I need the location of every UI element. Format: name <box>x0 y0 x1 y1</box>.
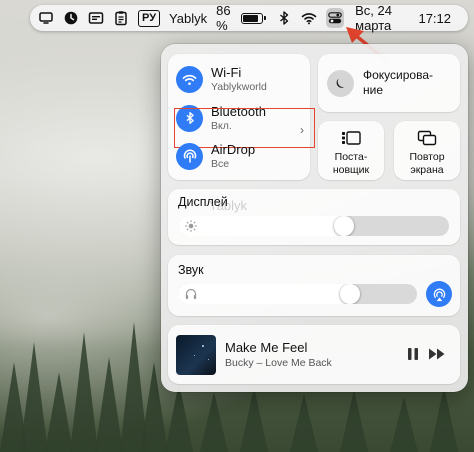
watermark-text: Yablyk <box>209 198 248 213</box>
clipboard-icon[interactable] <box>113 8 129 28</box>
wifi-icon[interactable] <box>301 8 317 28</box>
username-label[interactable]: Yablyk <box>169 8 207 28</box>
headphones-icon <box>185 288 197 299</box>
airdrop-item[interactable]: AirDrop Все <box>176 138 307 174</box>
wallpaper-tree <box>240 387 268 452</box>
chevron-right-icon[interactable]: › <box>300 123 304 137</box>
wallpaper-tree <box>290 394 318 452</box>
airdrop-title: AirDrop <box>211 141 256 157</box>
menu-bar: РУ Yablyk 86 % Вс, 24 марта 17:12 <box>30 3 468 33</box>
screen-mirroring-tile[interactable]: Повтор экрана <box>394 121 460 180</box>
control-center-panel: Wi-Fi Yablykworld Bluetooth Вкл. › AirDr… <box>161 44 468 392</box>
focus-label-line1: Фокусирова- <box>363 68 434 82</box>
screen-mirroring-label-line1: Повтор <box>409 151 445 163</box>
album-artwork[interactable] <box>176 335 216 375</box>
sound-tile: Звук <box>168 255 460 316</box>
wallpaper-tree <box>45 372 73 452</box>
album-art-star <box>208 359 209 360</box>
focus-label-line2: ние <box>363 83 384 97</box>
wallpaper-tree <box>95 357 123 452</box>
track-title: Make Me Feel <box>225 340 308 355</box>
wifi-item[interactable]: Wi-Fi Yablykworld <box>176 61 307 97</box>
wifi-toggle[interactable] <box>176 65 203 93</box>
wallpaper-tree <box>430 386 458 452</box>
next-track-button[interactable] <box>428 347 446 366</box>
volume-slider-fill <box>178 284 360 304</box>
time-label[interactable]: 17:12 <box>418 8 451 28</box>
wallpaper-tree <box>165 382 193 452</box>
screen-mirroring-icon <box>417 130 437 146</box>
volume-slider-knob[interactable] <box>340 284 360 304</box>
menu-extras-icon[interactable] <box>88 8 104 28</box>
wallpaper-tree <box>390 397 418 452</box>
stage-manager-label-line2: новщик <box>332 164 370 176</box>
display-slider-fill <box>178 216 354 236</box>
album-art-star <box>194 355 195 356</box>
airdrop-toggle[interactable] <box>176 142 203 170</box>
sun-icon <box>185 220 197 232</box>
sound-label: Звук <box>178 263 204 277</box>
wifi-title: Wi-Fi <box>211 64 242 80</box>
bluetooth-icon[interactable] <box>276 8 292 28</box>
connectivity-tile: Wi-Fi Yablykworld Bluetooth Вкл. › AirDr… <box>168 54 315 180</box>
battery-percent[interactable]: 86 % <box>216 3 236 33</box>
focus-tile[interactable]: Фокусирова- ние <box>318 54 460 112</box>
pause-button[interactable] <box>407 347 419 366</box>
display-slider-knob[interactable] <box>334 216 354 236</box>
volume-slider[interactable] <box>178 284 417 304</box>
time-machine-icon[interactable] <box>63 8 79 28</box>
fast-forward-icon <box>429 348 445 360</box>
track-artist: Bucky – Love Me Back <box>225 357 332 369</box>
wallpaper-tree <box>340 390 368 452</box>
album-art-star <box>202 345 204 347</box>
wifi-network-name: Yablykworld <box>211 80 267 93</box>
now-playing-tile: Make Me Feel Bucky – Love Me Back <box>168 325 460 384</box>
pause-icon <box>408 348 418 360</box>
moon-icon <box>327 69 354 97</box>
airdrop-status: Все <box>211 157 230 170</box>
screen-mirroring-label-line2: экрана <box>410 164 444 176</box>
airplay-audio-icon <box>433 288 445 301</box>
battery-icon[interactable] <box>241 8 267 28</box>
wallpaper-tree <box>70 332 98 452</box>
display-brightness-slider[interactable] <box>178 216 449 236</box>
airplay-audio-button[interactable] <box>426 281 452 307</box>
stage-manager-tile[interactable]: Поста- новщик <box>318 121 384 180</box>
input-language-indicator[interactable]: РУ <box>138 9 161 27</box>
stage-manager-label-line1: Поста- <box>334 151 368 163</box>
display-settings-icon[interactable] <box>38 8 54 28</box>
wallpaper-tree <box>200 392 228 452</box>
wallpaper-tree <box>20 342 48 452</box>
stage-manager-icon <box>342 131 361 145</box>
